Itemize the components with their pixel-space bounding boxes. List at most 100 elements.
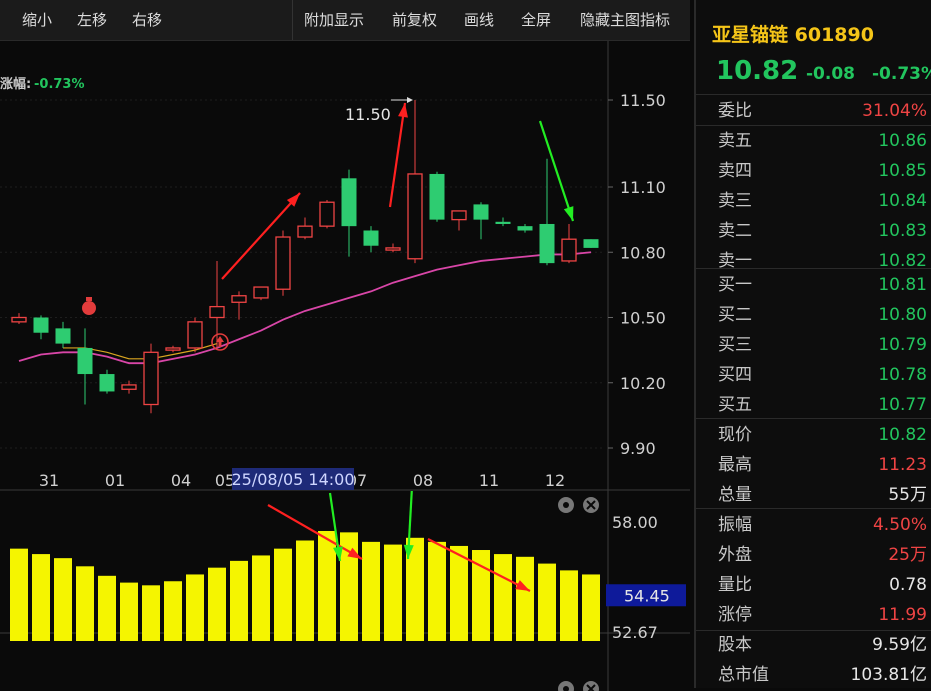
change-label: 涨幅:: [0, 76, 31, 92]
candle: [341, 169, 357, 257]
volume-bar: [208, 567, 226, 641]
volume-chart[interactable]: 58.00 52.67 54.45: [0, 491, 690, 691]
candle: [275, 230, 291, 296]
extra-display-button[interactable]: 附加显示: [304, 0, 364, 40]
forward-adjust-button[interactable]: 前复权: [392, 0, 437, 40]
stock-change: -0.08: [806, 64, 855, 84]
quote-row: 涨停 11.99: [696, 600, 931, 630]
quote-row-label: 现价: [718, 425, 752, 445]
volume-bar: [538, 563, 556, 641]
date-axis-label: 04: [171, 471, 191, 490]
quote-row: 买五 10.77: [696, 390, 931, 420]
close-icon[interactable]: [583, 681, 599, 691]
quote-row: 买二 10.80: [696, 300, 931, 330]
candle: [319, 200, 335, 229]
move-right-button[interactable]: 右移: [132, 0, 162, 40]
quote-row-label: 总量: [718, 485, 752, 505]
stock-change-pct: -0.73%: [872, 64, 931, 84]
volume-bar: [142, 585, 160, 641]
quote-divider: [696, 268, 931, 269]
annotation-arrow: [388, 102, 408, 208]
price-axis-label: 9.90: [620, 439, 656, 458]
quote-row-label: 委比: [718, 101, 752, 121]
quote-divider: [696, 630, 931, 631]
hide-indicator-button[interactable]: 隐藏主图指标: [580, 0, 670, 40]
quote-row: 买一 10.81: [696, 270, 931, 300]
money-bag-icon: [82, 297, 96, 315]
quote-divider: [696, 418, 931, 419]
quote-row-value: 10.86: [878, 131, 927, 151]
gear-icon[interactable]: [558, 681, 574, 691]
chart-toolbar: 缩小 左移 右移 附加显示 前复权 画线 全屏 隐藏主图指标: [0, 0, 690, 41]
fullscreen-button[interactable]: 全屏: [521, 0, 551, 40]
quote-row-label: 涨停: [718, 605, 752, 625]
candle: [495, 217, 511, 227]
crosshair-date-label: 25/08/05 14:00: [231, 470, 354, 489]
volume-bar: [274, 548, 292, 641]
price-axis-label: 11.50: [620, 91, 666, 110]
gear-icon[interactable]: [558, 497, 574, 513]
close-icon[interactable]: [583, 497, 599, 513]
candle: [253, 286, 269, 301]
price-axis-label: 10.80: [620, 243, 666, 262]
quote-row-value: 11.23: [878, 455, 927, 475]
candle: [99, 369, 115, 394]
quote-row: 委比 31.04%: [696, 96, 931, 126]
price-axis-label: 11.10: [620, 178, 666, 197]
quote-row: 卖四 10.85: [696, 156, 931, 186]
candle: [473, 202, 489, 240]
date-axis-label: 01: [105, 471, 125, 490]
volume-bar: [76, 566, 94, 641]
volume-bar: [54, 558, 72, 641]
quote-row: 总市值 103.81亿: [696, 660, 931, 690]
price-chart[interactable]: 涨幅: -0.73% 11.50 11.10 10.80 10.50 10.20 9.90…: [0, 41, 690, 491]
quote-row-value: 10.80: [878, 305, 927, 325]
candle: [517, 223, 533, 233]
price-axis-label: 10.50: [620, 309, 666, 328]
quote-row: 外盘 25万: [696, 540, 931, 570]
quote-divider: [696, 508, 931, 509]
move-left-button[interactable]: 左移: [77, 0, 107, 40]
volume-bar: [164, 581, 182, 641]
quote-row-label: 股本: [718, 635, 752, 655]
quote-row-label: 量比: [718, 575, 752, 595]
chart-area[interactable]: 涨幅: -0.73% 11.50 11.10 10.80 10.50 10.20 9.90…: [0, 41, 690, 691]
volume-bar: [252, 555, 270, 641]
candle: [121, 380, 137, 394]
volume-bar: [296, 540, 314, 641]
quote-row-label: 卖三: [718, 191, 752, 211]
quote-row: 买三 10.79: [696, 330, 931, 360]
quote-row-value: 10.81: [878, 275, 927, 295]
date-axis-label: 31: [39, 471, 59, 490]
annotation-arrow: [538, 120, 575, 222]
quote-row-value: 10.78: [878, 365, 927, 385]
volume-bar: [318, 531, 336, 641]
date-axis-label: 08: [413, 471, 433, 490]
stock-price: 10.82: [716, 56, 799, 86]
quote-divider: [696, 125, 931, 126]
quote-row-label: 振幅: [718, 515, 752, 535]
volume-bar: [494, 554, 512, 641]
volume-bar: [230, 560, 248, 641]
candle: [407, 100, 423, 264]
candle: [451, 210, 467, 231]
quote-row-label: 买二: [718, 305, 752, 325]
volume-bar: [582, 574, 600, 641]
quote-row: 卖二 10.83: [696, 216, 931, 246]
date-axis-label: 12: [545, 471, 565, 490]
quote-row: 买四 10.78: [696, 360, 931, 390]
zoom-out-button[interactable]: 缩小: [22, 0, 52, 40]
draw-line-button[interactable]: 画线: [464, 0, 494, 40]
stock-name: 亚星锚链: [712, 24, 789, 46]
quote-row-label: 买四: [718, 365, 752, 385]
quote-row-value: 10.79: [878, 335, 927, 355]
volume-current-label: 54.45: [624, 586, 670, 605]
moving-average-line: [18, 251, 592, 365]
quote-row-value: 0.78: [889, 575, 927, 595]
volume-bar: [362, 541, 380, 641]
stock-title: 亚星锚链 601890: [712, 20, 874, 47]
quote-row-value: 31.04%: [862, 101, 927, 121]
toolbar-divider: [292, 0, 293, 40]
quote-row-value: 10.77: [878, 395, 927, 415]
quote-row-value: 11.99: [878, 605, 927, 625]
